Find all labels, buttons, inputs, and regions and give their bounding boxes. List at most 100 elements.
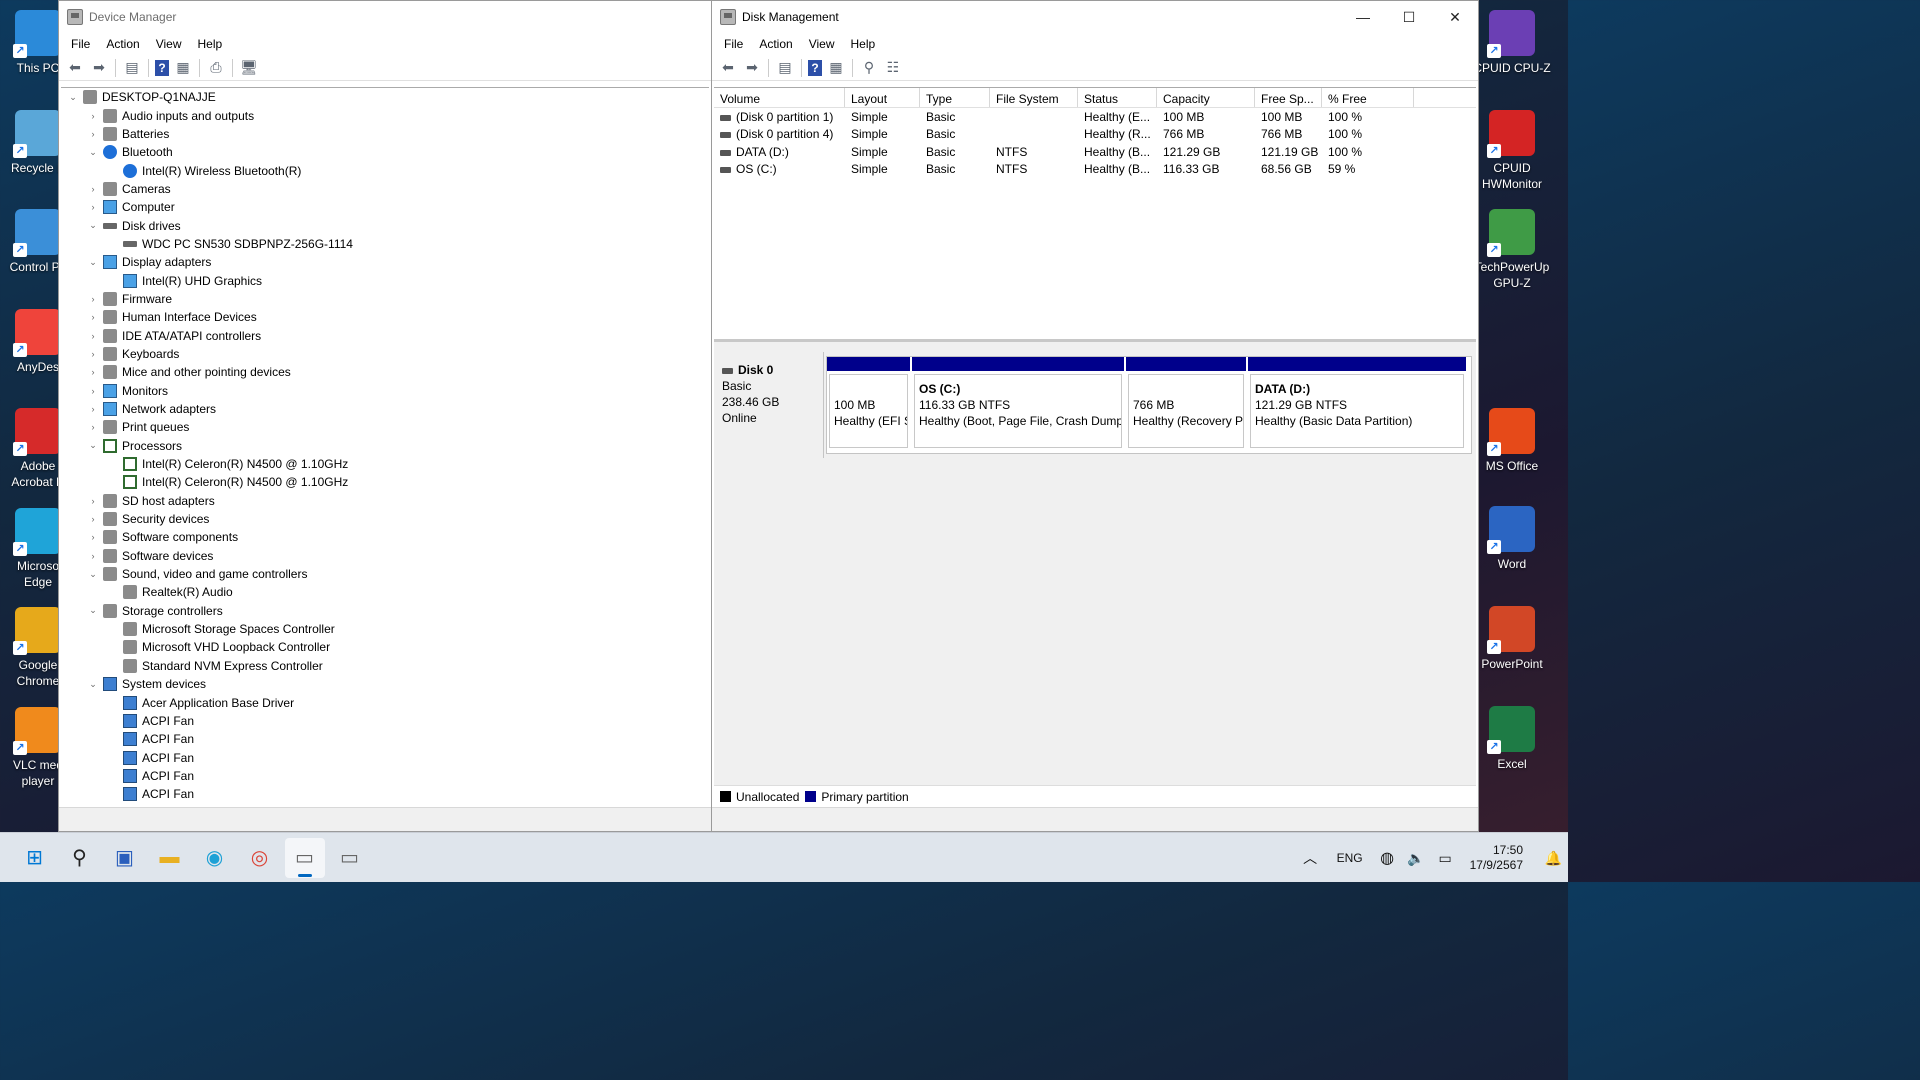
file-explorer-icon[interactable]: ▬ [150, 838, 190, 878]
column-header-type[interactable]: Type [920, 88, 990, 107]
column-header-volume[interactable]: Volume [714, 88, 845, 107]
column-header-capacity[interactable]: Capacity [1157, 88, 1255, 107]
chevron-up-icon[interactable]: ︿ [1296, 838, 1324, 878]
tree-node[interactable]: › Monitors [61, 382, 709, 400]
tree-node[interactable]: ACPI Fan [61, 712, 709, 730]
help-icon[interactable]: ? [155, 59, 169, 76]
partition-block[interactable]: DATA (D:) 121.29 GB NTFS Healthy (Basic Da… [1248, 357, 1468, 453]
tree-node[interactable]: › Firmware [61, 290, 709, 308]
tree-node[interactable]: › Keyboards [61, 345, 709, 363]
tree-node[interactable]: › SD host adapters [61, 492, 709, 510]
tree-node[interactable]: ACPI Fan [61, 730, 709, 748]
tree-node[interactable]: Intel(R) UHD Graphics [61, 271, 709, 289]
chevron-right-icon[interactable]: › [87, 129, 99, 139]
menu-file[interactable]: File [63, 37, 98, 51]
chevron-down-icon[interactable]: ⌄ [87, 679, 99, 690]
table-row[interactable]: DATA (D:) Simple Basic NTFS Healthy (B... 121… [714, 143, 1476, 161]
tree-node[interactable]: Intel(R) Celeron(R) N4500 @ 1.10GHz [61, 473, 709, 491]
chevron-right-icon[interactable]: › [87, 386, 99, 396]
chevron-right-icon[interactable]: › [87, 312, 99, 322]
column-header-free-space[interactable]: Free Sp... [1255, 88, 1322, 107]
tree-node[interactable]: ACPI Fan [61, 767, 709, 785]
language-indicator[interactable]: ENG [1337, 851, 1363, 865]
desktop-shortcut[interactable]: ↗ CPUID HWMonitor [1472, 109, 1552, 192]
chevron-right-icon[interactable]: › [87, 532, 99, 542]
properties-icon[interactable]: ▦ [826, 58, 846, 78]
tree-node[interactable]: ⌄ Bluetooth [61, 143, 709, 161]
help-icon[interactable]: ? [808, 59, 822, 76]
properties-icon[interactable]: ▦ [173, 58, 193, 78]
device-manager-icon[interactable]: ▭ [284, 837, 325, 878]
menu-help[interactable]: Help [843, 37, 884, 51]
tree-node[interactable]: › Mice and other pointing devices [61, 363, 709, 381]
column-header-file-system[interactable]: File System [990, 88, 1078, 107]
partition-block[interactable]: OS (C:) 116.33 GB NTFS Healthy (Boot, Page… [912, 357, 1126, 453]
disk-management-window[interactable]: Disk Management — ☐ ✕ File Action View H… [711, 0, 1479, 832]
chevron-right-icon[interactable]: › [87, 111, 99, 121]
tree-node[interactable]: › Computer [61, 198, 709, 216]
column-header-layout[interactable]: Layout [845, 88, 920, 107]
menu-view[interactable]: View [801, 37, 843, 51]
show-hide-console-tree-icon[interactable]: ▤ [775, 58, 795, 78]
chevron-right-icon[interactable]: › [87, 349, 99, 359]
chevron-down-icon[interactable]: ⌄ [87, 147, 99, 158]
tree-node[interactable]: Acer Application Base Driver [61, 693, 709, 711]
tree-node[interactable]: › Audio inputs and outputs [61, 106, 709, 124]
tree-node[interactable]: › Security devices [61, 510, 709, 528]
close-button[interactable]: ✕ [1432, 1, 1478, 33]
tree-node[interactable]: ⌄ Disk drives [61, 216, 709, 234]
column-header-percent-free[interactable]: % Free [1322, 88, 1414, 107]
menu-file[interactable]: File [716, 37, 751, 51]
tree-node[interactable]: ⌄ System devices [61, 675, 709, 693]
partition-block[interactable]: 766 MB Healthy (Recovery P [1126, 357, 1248, 453]
disk-management-titlebar[interactable]: Disk Management — ☐ ✕ [712, 1, 1478, 33]
volume-icon[interactable]: 🔈 [1404, 838, 1428, 878]
desktop-shortcut[interactable]: ↗ TechPowerUp GPU-Z [1472, 209, 1552, 291]
desktop-shortcut[interactable]: ↗ PowerPoint [1472, 606, 1552, 672]
desktop-shortcut[interactable]: ↗ CPUID CPU-Z [1472, 10, 1552, 76]
tree-node[interactable]: › IDE ATA/ATAPI controllers [61, 326, 709, 344]
chevron-right-icon[interactable]: › [87, 514, 99, 524]
chevron-right-icon[interactable]: › [87, 294, 99, 304]
tree-node[interactable]: Microsoft Storage Spaces Controller [61, 620, 709, 638]
chevron-right-icon[interactable]: › [87, 496, 99, 506]
back-arrow-icon[interactable]: ⬅ [718, 58, 738, 78]
tree-node[interactable]: ⌄ Processors [61, 437, 709, 455]
chevron-right-icon[interactable]: › [87, 404, 99, 414]
tree-node[interactable]: ACPI Fan [61, 748, 709, 766]
clock[interactable]: 17:50 17/9/2567 [1470, 843, 1523, 873]
menu-help[interactable]: Help [190, 37, 231, 51]
tree-node[interactable]: Intel(R) Celeron(R) N4500 @ 1.10GHz [61, 455, 709, 473]
tree-node[interactable]: ⌄ Display adapters [61, 253, 709, 271]
device-tree[interactable]: ⌄ DESKTOP-Q1NAJJE › Audio inputs and output… [61, 87, 709, 807]
tree-node[interactable]: Intel(R) Wireless Bluetooth(R) [61, 161, 709, 179]
device-manager-window[interactable]: Device Manager File Action View Help ⬅ ➡… [58, 0, 712, 832]
chevron-down-icon[interactable]: ⌄ [67, 92, 79, 103]
menu-action[interactable]: Action [98, 37, 147, 51]
settings-list-icon[interactable]: ☷ [883, 58, 903, 78]
disk-management-icon[interactable]: ▭ [330, 838, 370, 878]
chevron-right-icon[interactable]: › [87, 367, 99, 377]
chevron-right-icon[interactable]: › [87, 422, 99, 432]
back-arrow-icon[interactable]: ⬅ [65, 58, 85, 78]
connect-icon[interactable]: ⚲ [859, 58, 879, 78]
chevron-down-icon[interactable]: ⌄ [87, 257, 99, 268]
chevron-right-icon[interactable]: › [87, 184, 99, 194]
chevron-right-icon[interactable]: › [87, 331, 99, 341]
maximize-button[interactable]: ☐ [1386, 1, 1432, 33]
notification-bell-icon[interactable]: 🔔 [1542, 838, 1566, 878]
chevron-down-icon[interactable]: ⌄ [87, 569, 99, 580]
tree-node[interactable]: › Software devices [61, 547, 709, 565]
tree-node[interactable]: ACPI Fan [61, 785, 709, 803]
search-icon[interactable]: ⚲ [60, 838, 100, 878]
partition-block[interactable]: 100 MB Healthy (EFI S [827, 357, 912, 453]
update-driver-icon[interactable]: ⎙ [206, 58, 226, 78]
desktop-shortcut[interactable]: ↗ MS Office [1472, 408, 1552, 474]
tree-node[interactable]: ⌄ Sound, video and game controllers [61, 565, 709, 583]
table-row[interactable]: OS (C:) Simple Basic NTFS Healthy (B... 116.3… [714, 161, 1476, 179]
tree-node[interactable]: WDC PC SN530 SDBPNPZ-256G-1114 [61, 235, 709, 253]
tree-node[interactable]: › Network adapters [61, 400, 709, 418]
forward-arrow-icon[interactable]: ➡ [89, 58, 109, 78]
desktop-shortcut[interactable]: ↗ Excel [1472, 706, 1552, 772]
tree-node[interactable]: › Batteries [61, 125, 709, 143]
